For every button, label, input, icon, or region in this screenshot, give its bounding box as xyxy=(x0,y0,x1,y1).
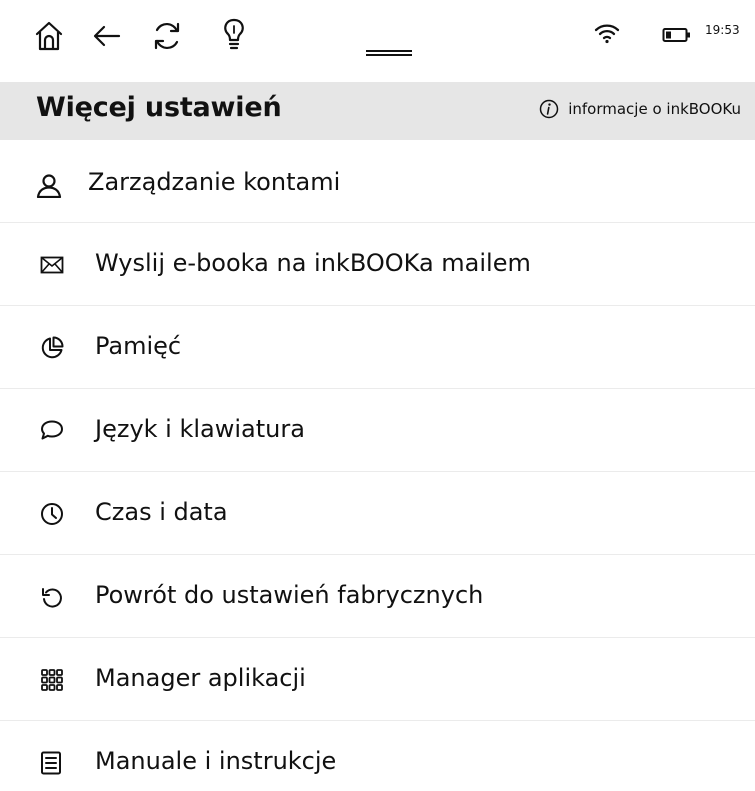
menu-item-label: Pamięć xyxy=(95,332,182,360)
menu-item-storage[interactable]: Pamięć xyxy=(0,306,755,389)
menu-item-label: Czas i data xyxy=(95,498,228,526)
wifi-icon xyxy=(594,22,620,44)
clock-time: 19:53 xyxy=(705,23,740,37)
device-info-label: informacje o inkBOOKu xyxy=(568,100,741,118)
user-icon xyxy=(36,174,62,198)
menu-item-send-ebook[interactable]: Wyslij e-booka na inkBOOKa mailem xyxy=(0,223,755,306)
header: Więcej ustawień informacje o inkBOOKu xyxy=(0,82,755,140)
back-arrow-icon[interactable] xyxy=(92,24,122,48)
speech-bubble-icon xyxy=(40,419,64,443)
menu-item-app-manager[interactable]: Manager aplikacji xyxy=(0,638,755,721)
document-icon xyxy=(40,751,64,775)
menu-item-manuals[interactable]: Manuale i instrukcje xyxy=(0,721,755,791)
mail-icon xyxy=(40,256,64,280)
frontlight-bulb-icon[interactable] xyxy=(222,17,246,53)
settings-screen: 19:53 Więcej ustawień informacje o inkBO… xyxy=(0,0,755,791)
device-info-link[interactable]: informacje o inkBOOKu xyxy=(539,99,741,119)
menu-item-language[interactable]: Język i klawiatura xyxy=(0,389,755,472)
menu-item-label: Powrót do ustawień fabrycznych xyxy=(95,581,484,609)
info-circle-icon xyxy=(539,99,559,119)
menu-item-accounts[interactable]: Zarządzanie kontami xyxy=(0,140,755,223)
storage-pie-icon xyxy=(40,336,64,360)
menu-item-label: Zarządzanie kontami xyxy=(88,168,341,196)
refresh-icon[interactable] xyxy=(151,20,183,52)
status-bar: 19:53 xyxy=(0,0,755,82)
menu-item-label: Manager aplikacji xyxy=(95,664,306,692)
menu-item-label: Wyslij e-booka na inkBOOKa mailem xyxy=(95,249,531,277)
clock-icon xyxy=(40,502,64,526)
page-title: Więcej ustawień xyxy=(36,92,282,123)
menu-item-factory-reset[interactable]: Powrót do ustawień fabrycznych xyxy=(0,555,755,638)
home-icon[interactable] xyxy=(34,20,64,52)
menu-item-label: Język i klawiatura xyxy=(95,415,305,443)
drag-handle[interactable] xyxy=(366,50,412,56)
apps-grid-icon xyxy=(40,668,64,692)
reset-icon xyxy=(40,585,64,609)
menu-item-date-time[interactable]: Czas i data xyxy=(0,472,755,555)
battery-icon xyxy=(662,27,692,43)
menu-item-label: Manuale i instrukcje xyxy=(95,747,337,775)
settings-menu: Zarządzanie kontami Wyslij e-booka na in… xyxy=(0,140,755,791)
